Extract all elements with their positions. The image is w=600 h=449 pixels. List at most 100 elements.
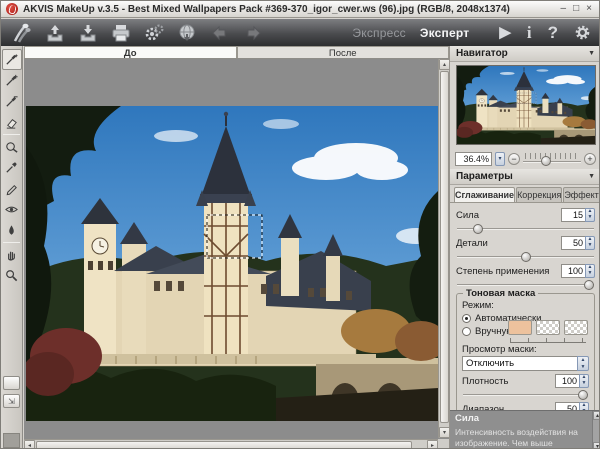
batch-processing-icon[interactable] bbox=[141, 21, 167, 45]
zoom-slider-thumb[interactable] bbox=[541, 156, 551, 166]
navigator-title: Навигатор bbox=[456, 48, 508, 59]
quick-preview-button[interactable] bbox=[3, 376, 20, 390]
amount-label: Степень применения bbox=[456, 266, 549, 277]
image-workspace: До После ▴ ▾ ◂ ▸ bbox=[24, 46, 449, 449]
app-window: AKVIS MakeUp v.3.5 - Best Mixed Wallpape… bbox=[0, 0, 600, 449]
dropdown-arrows-icon[interactable]: ▲▼ bbox=[577, 356, 589, 371]
strength-spinbox[interactable]: 15 ▲▼ bbox=[561, 208, 595, 222]
parameters-title: Параметры bbox=[456, 171, 513, 182]
strength-slider[interactable] bbox=[457, 223, 594, 234]
scroll-left-arrow[interactable]: ◂ bbox=[24, 440, 35, 449]
strength-slider-thumb[interactable] bbox=[473, 224, 483, 234]
spinner-arrows-icon[interactable]: ▲▼ bbox=[585, 236, 595, 250]
vertical-scrollbar[interactable]: ▴ ▾ bbox=[438, 59, 449, 438]
minimize-button[interactable]: – bbox=[561, 4, 567, 14]
express-mode-button[interactable]: Экспресс bbox=[352, 26, 405, 40]
undo-button[interactable] bbox=[207, 21, 233, 45]
zoom-slider-groove bbox=[523, 161, 581, 163]
open-button[interactable] bbox=[42, 21, 68, 45]
publish-button[interactable] bbox=[174, 21, 200, 45]
settings-panel: Навигатор ▼ 36.4% ▾ − + Параметры ▼ Сгла… bbox=[449, 46, 600, 449]
zoom-in-button[interactable]: + bbox=[584, 153, 596, 165]
zoom-controls: 36.4% ▾ − + bbox=[450, 148, 600, 169]
details-slider[interactable] bbox=[457, 251, 594, 262]
window-title: AKVIS MakeUp v.3.5 - Best Mixed Wallpape… bbox=[23, 4, 556, 15]
about-button[interactable]: i bbox=[527, 24, 532, 41]
vertical-scroll-thumb[interactable] bbox=[440, 71, 449, 423]
fit-image-button[interactable]: ⇲ bbox=[3, 394, 20, 408]
eyedropper-tool-icon[interactable] bbox=[2, 157, 22, 178]
swatch-tick-scale bbox=[510, 338, 586, 343]
effect-brush-tool-icon[interactable] bbox=[2, 49, 22, 70]
show-result-eye-icon[interactable] bbox=[2, 199, 22, 220]
redo-button[interactable] bbox=[240, 21, 266, 45]
amount-spinbox[interactable]: 100 ▲▼ bbox=[561, 264, 595, 278]
density-spinbox[interactable]: 100 ▲▼ bbox=[555, 374, 589, 388]
mode-label: Режим: bbox=[462, 300, 589, 311]
smudge-tool-icon[interactable] bbox=[2, 136, 22, 157]
tool-palette: ⇲ bbox=[1, 46, 23, 449]
tab-effects[interactable]: Эффекты bbox=[563, 187, 600, 202]
scroll-right-arrow[interactable]: ▸ bbox=[427, 440, 438, 449]
hint-scroll-down-icon[interactable]: ▾ bbox=[593, 442, 600, 449]
title-bar: AKVIS MakeUp v.3.5 - Best Mixed Wallpape… bbox=[1, 1, 599, 18]
expert-mode-button[interactable]: Эксперт bbox=[420, 26, 469, 40]
image-viewport[interactable] bbox=[24, 59, 438, 438]
density-slider[interactable] bbox=[463, 389, 588, 400]
tone-mask-legend: Тоновая маска bbox=[463, 288, 538, 299]
castle-photo[interactable] bbox=[26, 106, 438, 421]
tab-smoothing[interactable]: Сглаживание bbox=[454, 187, 515, 202]
hand-tool-icon[interactable] bbox=[2, 244, 22, 265]
navigator-thumbnail[interactable] bbox=[456, 65, 596, 145]
spinner-arrows-icon[interactable]: ▲▼ bbox=[579, 374, 589, 388]
hint-scroll-up-icon[interactable]: ▴ bbox=[593, 411, 600, 420]
print-button[interactable] bbox=[108, 21, 134, 45]
parameters-collapse-icon[interactable]: ▼ bbox=[588, 173, 595, 180]
empty-swatch[interactable] bbox=[536, 320, 560, 335]
zoom-value-field[interactable]: 36.4% bbox=[455, 152, 492, 166]
help-button[interactable]: ? bbox=[548, 24, 558, 41]
horizontal-scrollbar[interactable]: ◂ ▸ bbox=[24, 439, 438, 449]
details-spinbox[interactable]: 50 ▲▼ bbox=[561, 236, 595, 250]
zoom-dropdown-icon[interactable]: ▾ bbox=[495, 152, 505, 166]
details-slider-thumb[interactable] bbox=[521, 252, 531, 262]
eraser-tool-icon[interactable] bbox=[2, 112, 22, 133]
navigator-thumbnail-area bbox=[450, 62, 600, 148]
zoom-tool-icon[interactable] bbox=[2, 265, 22, 286]
amount-slider-thumb[interactable] bbox=[584, 280, 594, 290]
blur-drop-tool-icon[interactable] bbox=[2, 220, 22, 241]
empty-swatch[interactable] bbox=[564, 320, 588, 335]
save-button[interactable] bbox=[75, 21, 101, 45]
density-slider-thumb[interactable] bbox=[578, 390, 588, 400]
pencil-tool-icon[interactable] bbox=[2, 178, 22, 199]
tab-after[interactable]: После bbox=[237, 46, 450, 58]
zoom-out-button[interactable]: − bbox=[508, 153, 520, 165]
tab-correction[interactable]: Коррекция bbox=[516, 187, 562, 202]
navigator-header[interactable]: Навигатор ▼ bbox=[450, 46, 600, 62]
corner-swatch bbox=[3, 433, 20, 448]
navigator-collapse-icon[interactable]: ▼ bbox=[588, 50, 595, 57]
close-button[interactable]: × bbox=[586, 4, 592, 14]
mask-preview-dropdown[interactable]: Отключить ▲▼ bbox=[462, 356, 589, 371]
preferences-button[interactable] bbox=[574, 24, 591, 41]
spinner-arrows-icon[interactable]: ▲▼ bbox=[585, 264, 595, 278]
radio-auto-icon[interactable] bbox=[462, 314, 471, 323]
zoom-slider[interactable] bbox=[523, 152, 581, 165]
add-brush-tool-icon[interactable] bbox=[2, 70, 22, 91]
run-button[interactable]: ▶ bbox=[499, 25, 511, 40]
tab-before[interactable]: До bbox=[24, 46, 237, 58]
mask-preview-label: Просмотр маски: bbox=[462, 344, 589, 355]
main-toolbar: Экспресс Эксперт ▶ i ? bbox=[1, 19, 599, 46]
hint-text: Интенсивность воздействия на изображение… bbox=[455, 427, 588, 449]
app-logo-icon bbox=[6, 3, 18, 15]
maximize-button[interactable]: □ bbox=[573, 4, 579, 14]
horizontal-scroll-thumb[interactable] bbox=[36, 441, 412, 449]
spinner-arrows-icon[interactable]: ▲▼ bbox=[585, 208, 595, 222]
subtract-brush-tool-icon[interactable] bbox=[2, 91, 22, 112]
parameters-tab-bar: Сглаживание Коррекция Эффекты bbox=[450, 185, 600, 203]
parameters-header[interactable]: Параметры ▼ bbox=[450, 169, 600, 185]
hint-scrollbar[interactable]: ▴ ▾ bbox=[592, 411, 600, 449]
scrollbar-corner bbox=[438, 439, 449, 449]
skin-tone-swatch[interactable] bbox=[508, 320, 532, 335]
radio-manual-icon[interactable] bbox=[462, 327, 471, 336]
